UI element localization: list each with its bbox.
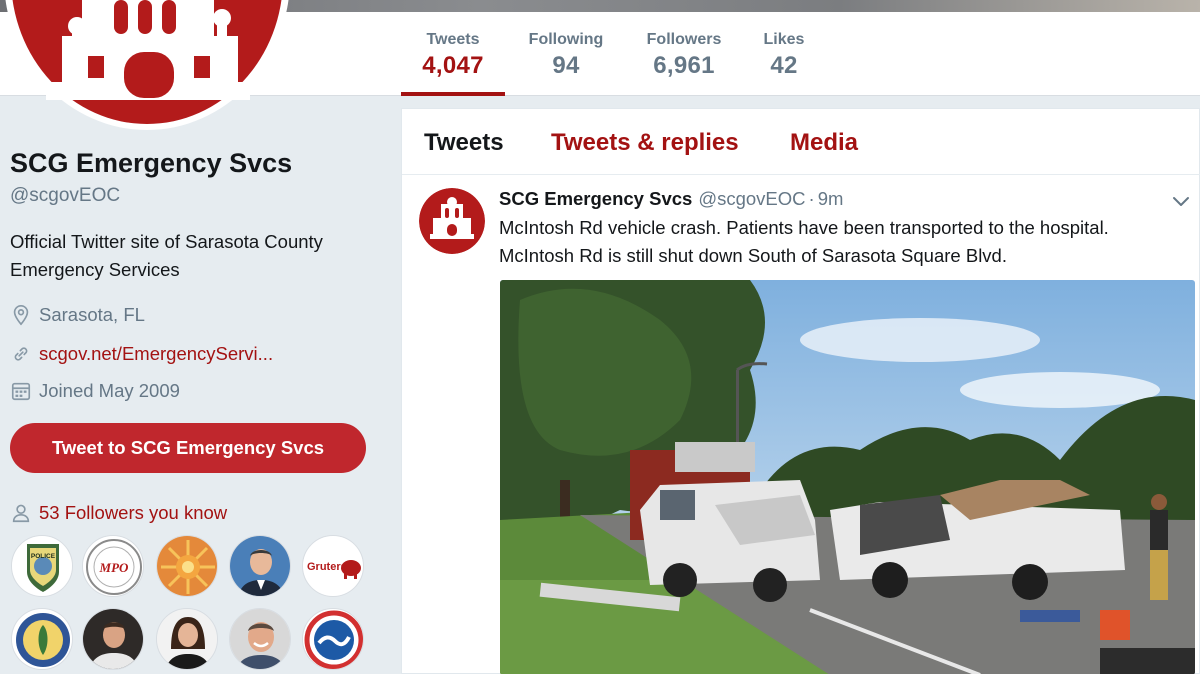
- chevron-down-icon[interactable]: [1171, 193, 1191, 209]
- tweet-text-line: McIntosh Rd vehicle crash. Patients have…: [499, 217, 1109, 238]
- profile-handle[interactable]: @scgovEOC: [10, 185, 120, 207]
- follower-avatar-gruters[interactable]: Gruters: [302, 535, 364, 597]
- stat-value: 94: [552, 52, 580, 79]
- tweet-handle[interactable]: @scgovEOC: [698, 188, 805, 210]
- follower-avatar-police[interactable]: POLICE: [11, 535, 73, 597]
- follower-avatar-weather-service[interactable]: [302, 608, 364, 670]
- person-icon: [12, 504, 30, 523]
- calendar-icon: [11, 382, 31, 401]
- url-link[interactable]: scgov.net/EmergencyServi...: [39, 343, 273, 365]
- stat-followers[interactable]: Followers 6,961: [639, 12, 729, 96]
- follower-avatar-man-suit[interactable]: [229, 535, 291, 597]
- timeline: Tweets Tweets & replies Media SCG Emerge…: [401, 108, 1200, 674]
- follower-avatar-mpo[interactable]: MPO: [82, 535, 144, 597]
- follower-avatar-smiling-man[interactable]: [229, 608, 291, 670]
- tab-tweets[interactable]: Tweets: [424, 129, 504, 157]
- profile-avatar[interactable]: [4, 0, 290, 130]
- profile-url[interactable]: scgov.net/EmergencyServi...: [10, 341, 273, 367]
- followers-you-know[interactable]: 53 Followers you know: [10, 500, 227, 526]
- police-badge-text: POLICE: [31, 553, 56, 560]
- tweet-separator: ·: [808, 188, 815, 209]
- gruters-text: Gruters: [307, 561, 347, 573]
- profile-joined: Joined May 2009: [10, 378, 180, 404]
- profile-name[interactable]: SCG Emergency Svcs: [10, 148, 292, 179]
- stat-label: Tweets: [426, 31, 480, 48]
- tweet-text: McIntosh Rd vehicle crash. Patients have…: [499, 214, 1189, 270]
- profile-bio: Official Twitter site of Sarasota County…: [10, 231, 323, 280]
- follower-avatar-sun[interactable]: [156, 535, 218, 597]
- location-pin-icon: [13, 305, 29, 326]
- tweet-text-line: McIntosh Rd is still shut down South of …: [499, 245, 1007, 266]
- stat-likes[interactable]: Likes 42: [754, 12, 814, 96]
- location-text: Sarasota, FL: [39, 304, 145, 325]
- timeline-tabs: Tweets Tweets & replies Media: [402, 109, 1200, 175]
- stat-value: 4,047: [422, 52, 484, 79]
- tweet-to-button[interactable]: Tweet to SCG Emergency Svcs: [10, 423, 366, 473]
- stat-value: 6,961: [653, 52, 715, 79]
- stat-tweets[interactable]: Tweets 4,047: [401, 12, 505, 96]
- stat-following[interactable]: Following 94: [520, 12, 612, 96]
- tweet-avatar[interactable]: [419, 188, 485, 254]
- tab-media[interactable]: Media: [790, 129, 858, 157]
- link-icon: [14, 347, 28, 361]
- tweet-photo[interactable]: [500, 280, 1195, 674]
- stat-label: Following: [528, 31, 604, 48]
- tweet-author[interactable]: SCG Emergency Svcs: [499, 188, 692, 210]
- tweet-header: SCG Emergency Svcs @scgovEOC · 9m: [499, 188, 843, 212]
- stat-label: Followers: [646, 31, 722, 48]
- mpo-text: MPO: [99, 560, 130, 575]
- follower-avatar-man[interactable]: [82, 608, 144, 670]
- tweet-timestamp[interactable]: 9m: [818, 188, 844, 210]
- stat-label: Likes: [763, 31, 805, 48]
- stat-value: 42: [770, 52, 798, 79]
- joined-text: Joined May 2009: [39, 380, 180, 401]
- follower-avatar-woman[interactable]: [156, 608, 218, 670]
- followers-you-know-link[interactable]: 53 Followers you know: [39, 502, 227, 524]
- tab-tweets-and-replies[interactable]: Tweets & replies: [551, 129, 739, 157]
- follower-avatar-school[interactable]: [11, 608, 73, 670]
- profile-location: Sarasota, FL: [10, 302, 145, 328]
- crash-scene-photo: [500, 280, 1195, 674]
